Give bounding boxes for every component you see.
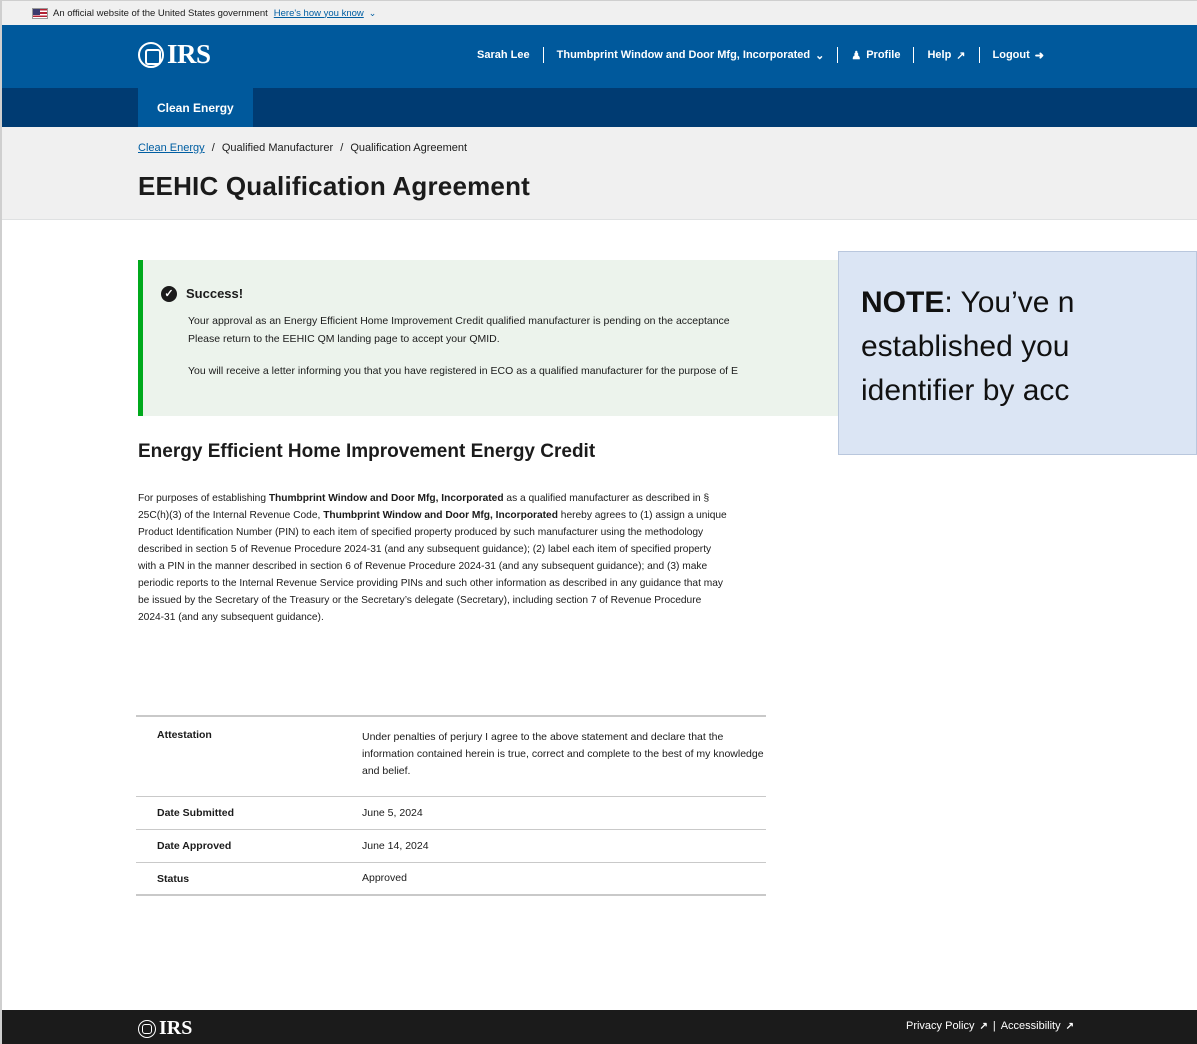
divider [913, 47, 915, 63]
us-flag-icon [32, 7, 48, 19]
irs-eagle-icon [138, 41, 164, 68]
help-link[interactable]: Help ↗ [927, 49, 965, 62]
sub-navigation: Clean Energy [2, 88, 1197, 127]
irs-eagle-icon [138, 1019, 156, 1038]
note-callout: NOTE: You’ve n established you identifie… [838, 251, 1197, 455]
table-row: Status Approved [136, 863, 766, 896]
title-band: Clean Energy / Qualified Manufacturer / … [2, 127, 1197, 220]
footer-divider: | [992, 1020, 996, 1032]
person-icon: ♟ [851, 49, 862, 62]
divider [978, 47, 980, 63]
footer-irs-logo[interactable]: IRS [138, 1017, 192, 1040]
accessibility-link[interactable]: Accessibility [1001, 1020, 1061, 1032]
row-value: June 14, 2024 [362, 839, 429, 852]
gov-banner-text: An official website of the United States… [53, 7, 268, 19]
breadcrumb-link-clean-energy[interactable]: Clean Energy [138, 142, 205, 154]
logout-link[interactable]: Logout ➜ [993, 49, 1044, 62]
external-link-icon: ↗ [1065, 1020, 1074, 1032]
alert-text: Please return to the EEHIC QM landing pa… [188, 333, 500, 345]
profile-link[interactable]: ♟ Profile [851, 49, 900, 62]
user-name: Sarah Lee [477, 49, 530, 61]
divider [542, 47, 544, 63]
page-title: EEHIC Qualification Agreement [138, 171, 531, 201]
external-link-icon: ↗ [979, 1020, 988, 1032]
alert-text: You will receive a letter informing you … [188, 365, 738, 377]
breadcrumb-qualified-manufacturer: Qualified Manufacturer [221, 142, 334, 154]
company-name: Thumbprint Window and Door Mfg, Incorpor… [268, 493, 504, 504]
table-row: Date Approved June 14, 2024 [136, 830, 766, 863]
note-callout-text: NOTE: You’ve n established you identifie… [861, 281, 1196, 413]
table-row: Attestation Under penalties of perjury I… [136, 717, 766, 797]
irs-logo-text: IRS [167, 39, 211, 69]
privacy-policy-link[interactable]: Privacy Policy [906, 1020, 974, 1032]
help-label: Help [927, 49, 952, 61]
alert-text: Your approval as an Energy Efficient Hom… [188, 315, 730, 327]
agreement-paragraph: For purposes of establishing Thumbprint … [138, 493, 727, 623]
divider [837, 47, 839, 63]
site-footer: IRS Privacy Policy ↗ | Accessibility ↗ [2, 1010, 1197, 1044]
profile-label: Profile [866, 49, 901, 61]
utility-nav: Sarah Lee Thumbprint Window and Door Mfg… [477, 47, 1044, 63]
organization-dropdown[interactable]: Thumbprint Window and Door Mfg, Incorpor… [557, 49, 825, 62]
company-name: Thumbprint Window and Door Mfg, Incorpor… [323, 510, 558, 521]
row-label: Date Submitted [157, 807, 235, 819]
table-row: Date Submitted June 5, 2024 [136, 797, 766, 830]
footer-links: Privacy Policy ↗ | Accessibility ↗ [906, 1020, 1074, 1032]
chevron-down-icon: ⌄ [815, 49, 825, 62]
agreement-details-table: Attestation Under penalties of perjury I… [136, 715, 766, 896]
row-value: June 5, 2024 [362, 806, 423, 819]
note-label: NOTE [861, 286, 945, 319]
alert-body: Your approval as an Energy Efficient Hom… [188, 312, 858, 380]
organization-name: Thumbprint Window and Door Mfg, Incorpor… [556, 49, 811, 61]
site-header: IRS Sarah Lee Thumbprint Window and Door… [2, 25, 1197, 88]
breadcrumb: Clean Energy / Qualified Manufacturer / … [138, 142, 467, 154]
logout-icon: ➜ [1034, 49, 1044, 62]
row-value: Under penalties of perjury I agree to th… [362, 731, 764, 777]
row-label: Date Approved [157, 840, 232, 852]
alert-heading: Success! [186, 286, 244, 301]
chevron-down-icon[interactable]: ⌄ [369, 8, 377, 19]
tab-clean-energy[interactable]: Clean Energy [138, 88, 253, 127]
breadcrumb-current: Qualification Agreement [350, 142, 468, 154]
row-value: Approved [362, 872, 407, 884]
heres-how-you-know-link[interactable]: Here's how you know [274, 8, 364, 19]
breadcrumb-separator: / [340, 142, 344, 154]
gov-banner: An official website of the United States… [2, 1, 1197, 25]
irs-logo[interactable]: IRS [138, 39, 211, 70]
external-link-icon: ↗ [956, 49, 966, 62]
note-text: : You’ve n [944, 286, 1075, 319]
row-label: Attestation [157, 729, 212, 741]
note-text: identifier by acc [861, 374, 1070, 407]
section-title: Energy Efficient Home Improvement Energy… [138, 441, 596, 462]
note-text: established you [861, 330, 1070, 363]
check-circle-icon: ✓ [161, 286, 177, 302]
footer-logo-text: IRS [159, 1017, 193, 1039]
row-label: Status [157, 872, 190, 885]
breadcrumb-separator: / [211, 142, 215, 154]
success-alert: ✓ Success! Your approval as an Energy Ef… [138, 260, 858, 416]
logout-label: Logout [992, 49, 1030, 61]
